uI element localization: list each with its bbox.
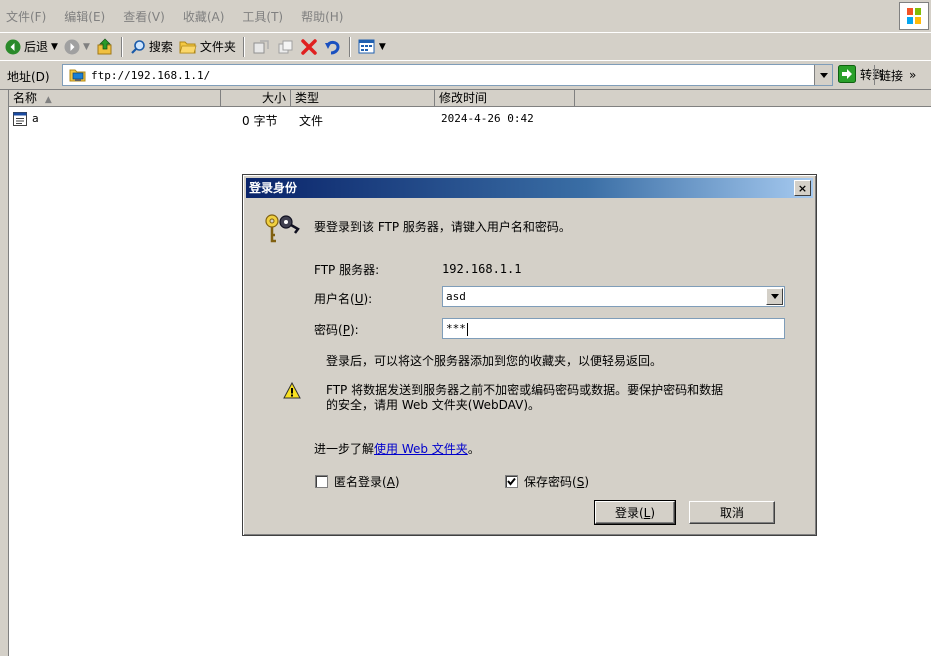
search-icon	[131, 39, 145, 54]
server-label: FTP 服务器:	[314, 263, 380, 277]
address-bar: 地址(D) ftp://192.168.1.1/ 转到 链接 »	[0, 60, 931, 90]
checkmark-icon	[507, 477, 516, 486]
links-toolbar[interactable]: 链接 »	[874, 65, 916, 85]
menu-file[interactable]: 文件(F)	[6, 8, 46, 25]
login-prompt: 要登录到该 FTP 服务器，请键入用户名和密码。	[314, 220, 571, 234]
learn-more-text: 进一步了解使用 Web 文件夹。	[314, 442, 480, 456]
column-size-label: 大小	[261, 91, 286, 105]
anonymous-label: 匿名登录(A)	[334, 475, 400, 489]
links-chevron-icon[interactable]: »	[909, 68, 916, 82]
menu-favorites[interactable]: 收藏(A)	[183, 8, 225, 25]
undo-button[interactable]	[321, 36, 345, 58]
table-row[interactable]: a 0 字节 文件 2024-4-26 0:42	[9, 112, 931, 128]
back-button[interactable]: 后退 ▼	[2, 36, 61, 58]
toolbar-separator	[348, 36, 351, 57]
chevron-down-icon	[770, 294, 779, 299]
anonymous-checkbox[interactable]	[315, 475, 328, 488]
delete-button[interactable]	[297, 36, 321, 58]
file-icon	[13, 112, 27, 126]
password-value: ***	[446, 322, 466, 335]
windows-logo-icon	[899, 2, 929, 30]
save-password-checkbox[interactable]	[505, 475, 518, 488]
column-type[interactable]: 类型	[291, 90, 435, 107]
forward-dropdown-icon[interactable]: ▼	[83, 42, 90, 52]
folder-up-icon	[97, 38, 112, 54]
web-folders-link[interactable]: 使用 Web 文件夹	[374, 442, 468, 456]
forward-button[interactable]: ▼	[61, 36, 93, 58]
folders-button-label: 文件夹	[199, 40, 236, 54]
warning-icon	[283, 382, 301, 399]
copy-to-button[interactable]	[273, 36, 297, 58]
close-button[interactable]: ×	[794, 180, 811, 196]
delete-x-icon	[301, 38, 317, 55]
move-to-button[interactable]	[249, 36, 273, 58]
address-value: ftp://192.168.1.1/	[91, 68, 211, 82]
username-value: asd	[446, 290, 466, 303]
text-caret	[466, 322, 468, 336]
chevron-down-icon	[819, 72, 828, 78]
go-arrow-icon	[838, 65, 856, 83]
folders-button[interactable]: 文件夹	[176, 36, 239, 58]
password-field[interactable]: ***	[442, 318, 785, 339]
column-modified[interactable]: 修改时间	[435, 90, 575, 107]
back-button-label: 后退	[24, 40, 49, 54]
menu-help[interactable]: 帮助(H)	[301, 8, 343, 25]
cancel-button-label: 取消	[719, 506, 744, 520]
undo-icon	[324, 40, 340, 54]
username-label: 用户名(U):	[314, 292, 373, 306]
menu-bar: 文件(F) 编辑(E) 查看(V) 收藏(A) 工具(T) 帮助(H)	[0, 0, 931, 32]
move-to-icon	[253, 39, 269, 53]
warning-line-2: 的安全，请用 Web 文件夹(WebDAV)。	[326, 398, 540, 412]
search-button-label: 搜索	[148, 40, 173, 54]
menu-view[interactable]: 查看(V)	[123, 8, 165, 25]
menu-tools[interactable]: 工具(T)	[242, 8, 283, 25]
dialog-title: 登录身份	[249, 181, 298, 195]
search-button[interactable]: 搜索	[127, 36, 176, 58]
forward-arrow-icon	[64, 39, 80, 54]
address-label: 地址(D)	[7, 70, 50, 84]
login-button[interactable]: 登录(L)	[594, 500, 676, 525]
left-pane	[0, 90, 8, 656]
save-password-label: 保存密码(S)	[524, 475, 589, 489]
back-dropdown-icon[interactable]: ▼	[51, 42, 58, 52]
toolbar-separator	[120, 36, 123, 57]
links-label: 链接	[879, 68, 904, 83]
back-arrow-icon	[5, 39, 21, 54]
views-icon	[358, 39, 375, 53]
address-input[interactable]: ftp://192.168.1.1/	[62, 64, 833, 86]
views-button[interactable]: ▼	[355, 36, 389, 58]
column-name-label: 名称	[13, 91, 38, 105]
keys-icon	[265, 214, 300, 243]
close-icon: ×	[797, 181, 808, 195]
dialog-titlebar: 登录身份 ×	[246, 178, 813, 198]
server-value: 192.168.1.1	[442, 262, 522, 276]
column-size[interactable]: 大小	[221, 90, 291, 107]
folder-icon	[179, 41, 197, 53]
column-type-label: 类型	[295, 91, 320, 105]
ftp-folder-icon	[69, 69, 86, 82]
username-dropdown-button[interactable]	[766, 288, 783, 305]
file-size: 0 字节	[242, 114, 278, 128]
file-type: 文件	[299, 114, 324, 128]
views-dropdown-icon[interactable]: ▼	[379, 42, 386, 52]
file-name: a	[32, 112, 39, 125]
file-modified: 2024-4-26 0:42	[441, 112, 534, 125]
username-combo[interactable]: asd	[442, 286, 785, 307]
cancel-button[interactable]: 取消	[689, 501, 775, 524]
login-button-label: 登录(L)	[614, 506, 656, 520]
toolbar-separator	[242, 36, 245, 57]
sort-up-icon: ▲	[44, 95, 52, 105]
up-button[interactable]	[93, 36, 117, 58]
address-dropdown-button[interactable]	[814, 65, 832, 85]
password-label: 密码(P):	[314, 323, 359, 337]
copy-to-icon	[278, 40, 293, 53]
toolbar: 后退 ▼ ▼ 搜索 文件夹 ▼	[0, 32, 931, 60]
favorites-note: 登录后，可以将这个服务器添加到您的收藏夹，以便轻易返回。	[326, 354, 663, 368]
column-name[interactable]: 名称 ▲	[9, 90, 221, 107]
login-dialog: 登录身份 × 要登录到该 FTP 服务器，请键入用户名和密码。 FTP 服务器:…	[242, 174, 817, 536]
column-header: 名称 ▲ 大小 类型 修改时间	[9, 90, 931, 107]
menu-edit[interactable]: 编辑(E)	[64, 8, 105, 25]
column-modified-label: 修改时间	[439, 91, 488, 105]
